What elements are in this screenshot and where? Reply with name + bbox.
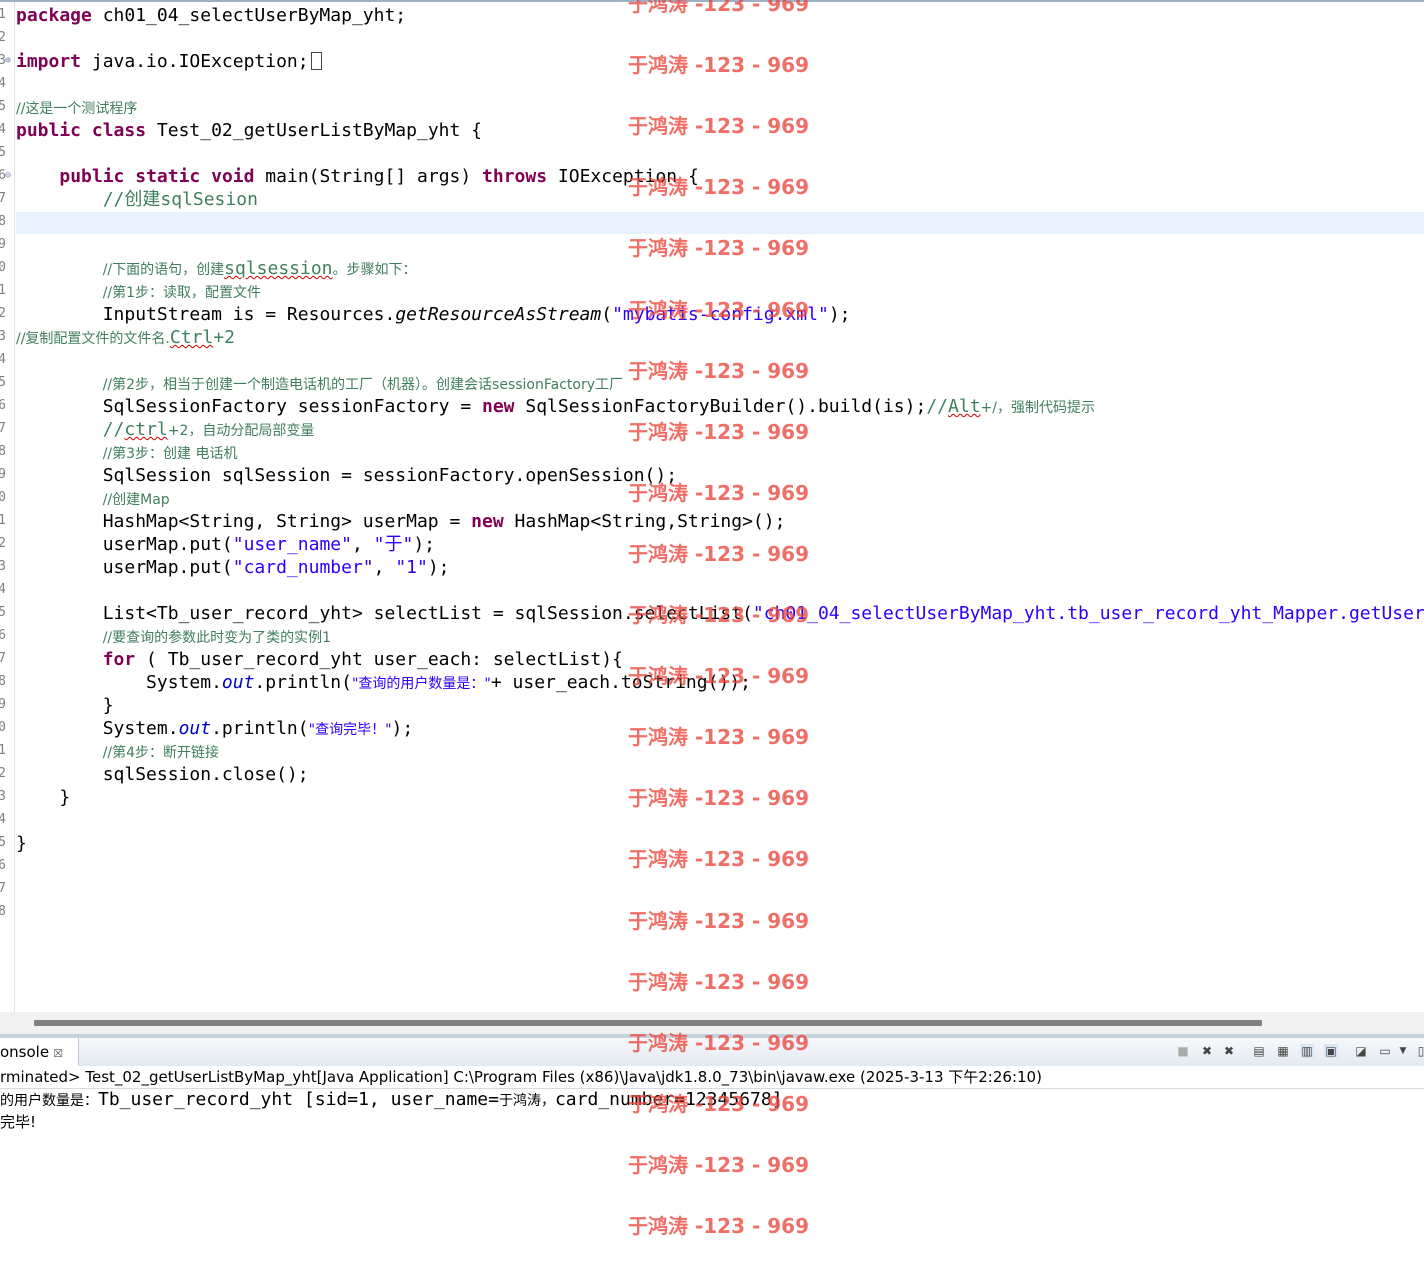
code-line-33[interactable]: //第4步：断开链接 <box>16 740 219 763</box>
code-line-28[interactable]: //要查询的参数此时变为了类的实例1 <box>16 625 331 648</box>
code-line-19[interactable]: //ctrl+2，自动分配局部变量 <box>16 418 315 441</box>
line-number: 4 <box>0 77 6 91</box>
code-line-6[interactable]: public class Test_02_getUserListByMap_yh… <box>16 119 482 142</box>
line-number-ruler: ⊕ ⊖ 123454567890123456789012345678901234… <box>0 2 15 1014</box>
code-line-9[interactable]: //创建sqlSesion <box>16 188 258 211</box>
code-line-8[interactable]: public static void main(String[] args) t… <box>16 165 698 188</box>
clear-console-icon[interactable]: ▤ <box>1252 1044 1266 1058</box>
code-editor[interactable]: ⊕ ⊖ 123454567890123456789012345678901234… <box>0 0 1424 1014</box>
code-line-1[interactable]: package ch01_04_selectUserByMap_yht; <box>16 4 406 27</box>
scroll-lock-icon[interactable]: ▦ <box>1276 1044 1290 1058</box>
line-number: 0 <box>0 721 6 735</box>
pin-console-icon[interactable]: ▣ <box>1324 1044 1338 1058</box>
line-number: 5 <box>0 146 6 160</box>
line-number: 7 <box>0 192 6 206</box>
line-number: 3 <box>0 54 6 68</box>
console-output-line-2[interactable]: 完毕! <box>0 1111 36 1134</box>
line-number: 9 <box>0 238 6 252</box>
line-number: 6 <box>0 859 6 873</box>
console-output-line-1[interactable]: 的用户数量是：Tb_user_record_yht [sid=1, user_n… <box>0 1088 783 1113</box>
line-number: 1 <box>0 8 6 22</box>
line-number: 6 <box>0 169 6 183</box>
code-line-27[interactable]: List<Tb_user_record_yht> selectList = sq… <box>16 602 1424 625</box>
line-number: 7 <box>0 422 6 436</box>
code-line-32[interactable]: System.out.println("查询完毕！"); <box>16 717 414 740</box>
line-number: 4 <box>0 813 6 827</box>
line-number: 0 <box>0 491 6 505</box>
line-number: 6 <box>0 629 6 643</box>
line-number: 8 <box>0 675 6 689</box>
line-number: 1 <box>0 514 6 528</box>
folded-imports-icon[interactable] <box>310 52 322 70</box>
console-tab-bar: onsole ☒ ■ ✖ ✖ ▤ ▦ ▥ ▣ ◪ ▭ ▼ ▯ <box>0 1038 1424 1067</box>
line-number: 6 <box>0 399 6 413</box>
line-number: 5 <box>0 100 6 114</box>
line-number: 7 <box>0 882 6 896</box>
line-number: 3 <box>0 560 6 574</box>
code-line-30[interactable]: System.out.println("查询的用户数量是："+ user_eac… <box>16 671 751 694</box>
code-line-22[interactable]: //创建Map <box>16 487 170 510</box>
console-tab[interactable]: onsole ☒ <box>0 1038 79 1066</box>
line-number: 9 <box>0 468 6 482</box>
line-number: 5 <box>0 836 6 850</box>
code-line-29[interactable]: for ( Tb_user_record_yht user_each: sele… <box>16 648 623 671</box>
line-number: 4 <box>0 353 6 367</box>
line-number: 0 <box>0 261 6 275</box>
line-number: 2 <box>0 307 6 321</box>
line-number: 9 <box>0 698 6 712</box>
code-line-5[interactable]: //这是一个测试程序 <box>16 96 137 119</box>
code-line-3[interactable]: import java.io.IOException; <box>16 50 322 73</box>
console-view: onsole ☒ ■ ✖ ✖ ▤ ▦ ▥ ▣ ◪ ▭ ▼ ▯ rminated> … <box>0 1038 1424 1270</box>
console-toolbar: ■ ✖ ✖ ▤ ▦ ▥ ▣ ◪ ▭ ▼ ▯ <box>1174 1044 1424 1060</box>
code-line-34[interactable]: sqlSession.close(); <box>16 763 309 786</box>
scrollbar-thumb[interactable] <box>34 1020 1262 1026</box>
remove-launch-icon[interactable]: ✖ <box>1200 1044 1214 1058</box>
horizontal-scrollbar[interactable] <box>0 1012 1424 1034</box>
line-number: 3 <box>0 330 6 344</box>
line-number: 2 <box>0 537 6 551</box>
close-icon[interactable]: ☒ <box>53 1047 63 1060</box>
line-number: 5 <box>0 606 6 620</box>
console-launch-status: rminated> Test_02_getUserListByMap_yht[J… <box>0 1066 1424 1089</box>
code-line-37[interactable]: } <box>16 832 27 855</box>
line-number: 3 <box>0 790 6 804</box>
line-number: 8 <box>0 215 6 229</box>
line-number: 2 <box>0 767 6 781</box>
open-console-icon[interactable]: ▭ <box>1378 1044 1392 1058</box>
code-line-25[interactable]: userMap.put("card_number", "1"); <box>16 556 450 579</box>
line-number: 8 <box>0 905 6 919</box>
code-line-15[interactable]: //复制配置文件的文件名.Ctrl+2 <box>16 326 235 349</box>
code-line-31[interactable]: } <box>16 694 114 717</box>
console-tab-label: onsole <box>0 1043 50 1061</box>
code-line-17[interactable]: //第2步，相当于创建一个制造电话机的工厂（机器）。创建会话sessionFac… <box>16 372 623 395</box>
line-number: 1 <box>0 744 6 758</box>
line-number: 4 <box>0 583 6 597</box>
code-line-21[interactable]: SqlSession sqlSession = sessionFactory.o… <box>16 464 677 487</box>
code-line-35[interactable]: } <box>16 786 70 809</box>
display-selected-console-icon[interactable]: ◪ <box>1354 1044 1368 1058</box>
code-line-12[interactable]: //下面的语句，创建sqlsession。步骤如下： <box>16 257 417 280</box>
chevron-down-icon[interactable]: ▼ <box>1396 1044 1410 1058</box>
line-number: 7 <box>0 652 6 666</box>
code-line-23[interactable]: HashMap<String, String> userMap = new Ha… <box>16 510 786 533</box>
line-number: 8 <box>0 445 6 459</box>
word-wrap-icon[interactable]: ▥ <box>1300 1044 1314 1058</box>
line-number: 4 <box>0 123 6 137</box>
code-line-20[interactable]: //第3步：创建 电话机 <box>16 441 238 464</box>
current-line-highlight <box>16 212 1424 234</box>
code-line-24[interactable]: userMap.put("user_name", "于"); <box>16 533 435 556</box>
terminate-icon[interactable]: ■ <box>1176 1044 1190 1058</box>
code-line-13[interactable]: //第1步：读取，配置文件 <box>16 280 261 303</box>
line-number: 1 <box>0 284 6 298</box>
remove-all-icon[interactable]: ✖ <box>1222 1044 1236 1058</box>
code-line-18[interactable]: SqlSessionFactory sessionFactory = new S… <box>16 395 1095 418</box>
minimize-icon[interactable]: ▯ <box>1414 1044 1424 1058</box>
line-number: 2 <box>0 31 6 45</box>
code-line-14[interactable]: InputStream is = Resources.getResourceAs… <box>16 303 851 326</box>
line-number: 5 <box>0 376 6 390</box>
